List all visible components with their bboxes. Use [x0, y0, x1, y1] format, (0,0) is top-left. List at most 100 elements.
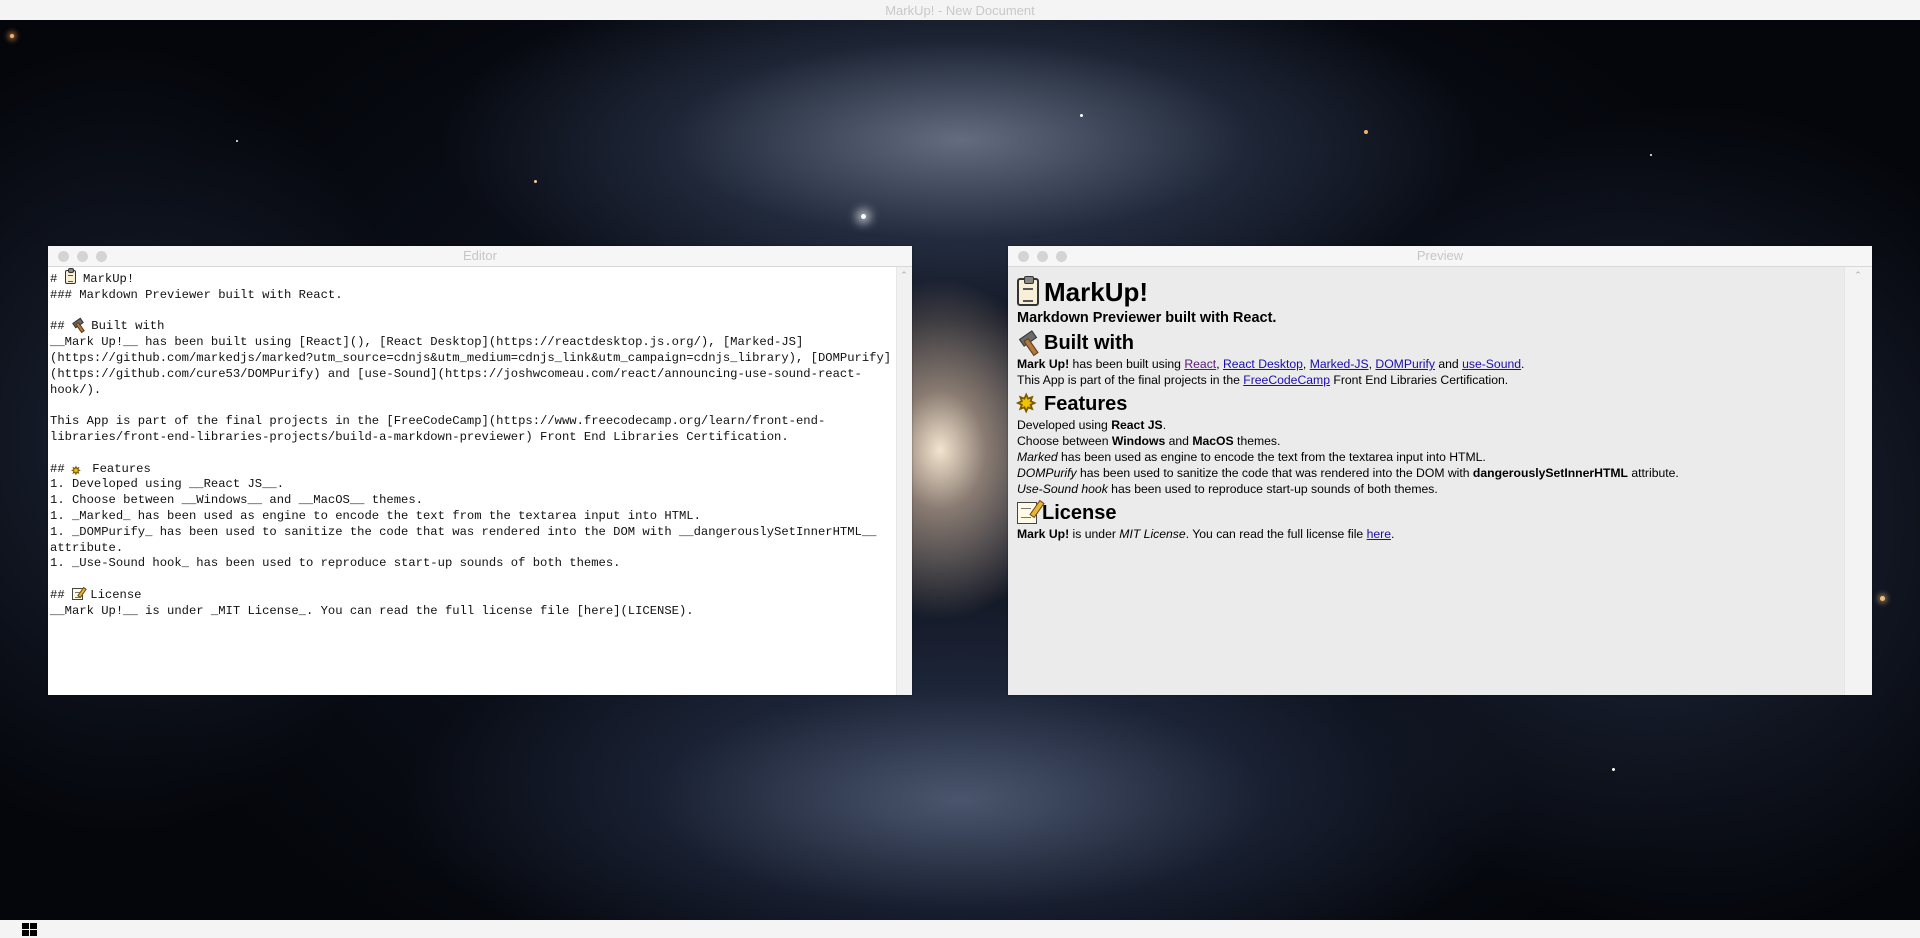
- use-sound-link[interactable]: use-Sound: [1462, 357, 1521, 371]
- editor-line: 1. _DOMPurify_ has been used to sanitize…: [50, 525, 892, 557]
- sparkle-icon: ✸: [71, 462, 80, 478]
- license-paragraph: Mark Up! is under MIT License. You can r…: [1017, 526, 1835, 542]
- text: and: [1165, 434, 1193, 448]
- editor-line: [50, 304, 892, 320]
- editor-line: 1. _Marked_ has been used as engine to e…: [50, 509, 892, 525]
- editor-line-text: [50, 446, 57, 460]
- editor-title: Editor: [463, 248, 497, 263]
- close-button[interactable]: [1018, 251, 1029, 262]
- minimize-button[interactable]: [1037, 251, 1048, 262]
- hammer-icon: [1017, 330, 1039, 357]
- bold-text: dangerouslySetInnerHTML: [1472, 466, 1628, 480]
- minimize-button[interactable]: [77, 251, 88, 262]
- features-heading-text: Features: [1044, 393, 1128, 415]
- freecodecamp-link[interactable]: FreeCodeCamp: [1243, 373, 1330, 387]
- editor-line-text: 1. Developed using __React JS__.: [50, 477, 285, 492]
- app-name-bold: Mark Up!: [1017, 527, 1070, 541]
- star: [534, 180, 537, 183]
- built-with-section: Built with Mark Up! has been built using…: [1017, 330, 1835, 388]
- star: [1080, 114, 1083, 117]
- markdown-prefix: ##: [50, 587, 72, 602]
- text: Developed using: [1017, 418, 1112, 432]
- editor-line-text: 1. _Use-Sound hook_ has been used to rep…: [50, 556, 621, 571]
- features-heading: ✸ Features: [1017, 392, 1835, 416]
- preview-heading-text: MarkUp!: [1044, 277, 1149, 307]
- feature-item: Developed using React JS.: [1017, 417, 1835, 433]
- memo-icon: [71, 587, 83, 600]
- windows-start-icon[interactable]: [22, 923, 38, 937]
- text: . You can read the full license file: [1185, 527, 1367, 541]
- star: [10, 34, 14, 38]
- text: This App is part of the final projects i…: [1017, 373, 1244, 387]
- scroll-up-icon[interactable]: ⌃: [900, 271, 908, 280]
- sparkle-icon: ✸: [1017, 391, 1036, 416]
- maximize-button[interactable]: [96, 251, 107, 262]
- app-title-bar: MarkUp! - New Document: [0, 0, 1920, 20]
- editor-line-text: This App is part of the final projects i…: [50, 414, 826, 444]
- text: is under: [1069, 527, 1120, 541]
- license-section: License Mark Up! is under MIT License. Y…: [1017, 501, 1835, 542]
- window-controls: [58, 251, 107, 262]
- star: [861, 214, 866, 219]
- editor-line-text: 1. Choose between __Windows__ and __MacO…: [50, 493, 423, 508]
- star: [236, 140, 238, 142]
- editor-line-text: MarkUp!: [75, 272, 135, 286]
- editor-line: [50, 446, 892, 462]
- text: has been used to reproduce start-up soun…: [1107, 482, 1438, 496]
- editor-line: 1. _Use-Sound hook_ has been used to rep…: [50, 556, 892, 572]
- text: Choose between: [1017, 434, 1112, 448]
- editor-line: This App is part of the final projects i…: [50, 414, 892, 446]
- editor-scrollbar[interactable]: ⌃: [896, 267, 912, 695]
- text: attribute.: [1628, 466, 1679, 480]
- memo-icon: [1017, 502, 1037, 524]
- editor-title-bar[interactable]: Editor: [48, 246, 912, 267]
- preview-title: Preview: [1416, 248, 1464, 263]
- maximize-button[interactable]: [1056, 251, 1067, 262]
- preview-title-bar[interactable]: Preview: [1008, 246, 1872, 267]
- editor-line: [50, 572, 892, 588]
- star: [1880, 596, 1885, 601]
- editor-line: # MarkUp!: [50, 268, 892, 288]
- italic-text: DOMPurify: [1017, 466, 1077, 480]
- editor-line-text: 1. _Marked_ has been used as engine to e…: [50, 508, 701, 523]
- preview-window: Preview MarkUp! Markdown Previewer built…: [1008, 246, 1872, 695]
- taskbar: [0, 920, 1920, 938]
- star: [1364, 130, 1368, 134]
- editor-line-text: [50, 572, 57, 586]
- editor-line: 1. Developed using __React JS__.: [50, 477, 892, 493]
- certification-paragraph: This App is part of the final projects i…: [1017, 372, 1835, 388]
- feature-item: Choose between Windows and MacOS themes.: [1017, 433, 1835, 449]
- react-link[interactable]: React: [1184, 357, 1216, 371]
- editor-line-text: Features: [84, 461, 151, 476]
- star: [1650, 154, 1652, 156]
- app-title: MarkUp! - New Document: [885, 3, 1035, 18]
- bold-text: MacOS: [1192, 434, 1234, 448]
- close-button[interactable]: [58, 251, 69, 262]
- editor-line: 1. Choose between __Windows__ and __MacO…: [50, 493, 892, 509]
- text: and: [1434, 357, 1463, 371]
- scroll-up-icon[interactable]: ⌃: [1854, 271, 1862, 280]
- marked-js-link[interactable]: Marked-JS: [1310, 357, 1369, 371]
- text: has been used to sanitize the code that …: [1076, 466, 1473, 480]
- text: has been built using: [1069, 357, 1185, 371]
- text: .: [1521, 357, 1525, 371]
- markdown-prefix: ##: [50, 319, 72, 334]
- react-desktop-link[interactable]: React Desktop: [1223, 357, 1303, 371]
- dompurify-link[interactable]: DOMPurify: [1375, 357, 1435, 371]
- hammer-icon: [72, 318, 85, 334]
- preview-scrollbar[interactable]: ⌃: [1844, 267, 1872, 695]
- editor-line-text: ### Markdown Previewer built with React.: [50, 287, 343, 302]
- text: has been used as engine to encode the te…: [1057, 450, 1486, 464]
- feature-item: DOMPurify has been used to sanitize the …: [1017, 465, 1835, 481]
- star: [1612, 768, 1615, 771]
- italic-text: Marked: [1017, 450, 1058, 464]
- preview-subtitle: Markdown Previewer built with React.: [1017, 310, 1277, 326]
- editor-textarea[interactable]: # MarkUp! ### Markdown Previewer built wi…: [48, 267, 894, 695]
- built-with-paragraph: Mark Up! has been built using React, Rea…: [1017, 356, 1835, 372]
- editor-line-text: [50, 304, 57, 318]
- italic-text: Use-Sound hook: [1017, 482, 1108, 496]
- preview-content: MarkUp! Markdown Previewer built with Re…: [1008, 267, 1844, 695]
- editor-line: ## Built with: [50, 318, 892, 335]
- license-link[interactable]: here: [1367, 527, 1391, 541]
- text: ,: [1302, 357, 1310, 371]
